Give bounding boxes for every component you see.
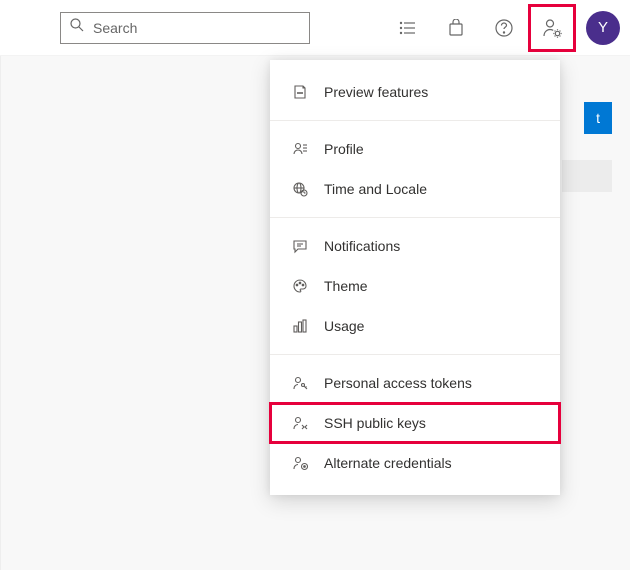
menu-item-usage[interactable]: Usage [270, 306, 560, 346]
menu-item-theme[interactable]: Theme [270, 266, 560, 306]
profile-icon [290, 139, 310, 159]
user-settings-menu: Preview features Profile Time and Locale… [270, 60, 560, 495]
preview-icon [290, 82, 310, 102]
menu-item-alt-credentials[interactable]: Alternate credentials [270, 443, 560, 483]
person-ssh-icon [290, 413, 310, 433]
menu-label: Alternate credentials [324, 455, 452, 471]
menu-divider [270, 354, 560, 355]
search-box[interactable] [60, 12, 310, 44]
menu-divider [270, 120, 560, 121]
menu-item-profile[interactable]: Profile [270, 129, 560, 169]
search-input[interactable] [93, 20, 301, 36]
user-settings-icon[interactable] [528, 4, 576, 52]
menu-label: Usage [324, 318, 364, 334]
search-icon [69, 17, 85, 38]
chat-icon [290, 236, 310, 256]
primary-action-button[interactable]: t [584, 102, 612, 134]
marketplace-icon[interactable] [432, 4, 480, 52]
menu-divider [270, 217, 560, 218]
person-key-icon [290, 373, 310, 393]
menu-label: Time and Locale [324, 181, 427, 197]
globe-icon [290, 179, 310, 199]
toolbar-fragment [562, 160, 612, 192]
menu-item-ssh-keys[interactable]: SSH public keys [270, 403, 560, 443]
avatar-initial: Y [598, 19, 608, 36]
list-icon[interactable] [384, 4, 432, 52]
help-icon[interactable] [480, 4, 528, 52]
avatar[interactable]: Y [586, 11, 620, 45]
topbar-icons: Y [384, 4, 620, 52]
menu-label: SSH public keys [324, 415, 426, 431]
menu-label: Profile [324, 141, 364, 157]
palette-icon [290, 276, 310, 296]
menu-item-time-locale[interactable]: Time and Locale [270, 169, 560, 209]
top-bar: Y [0, 0, 630, 56]
menu-label: Theme [324, 278, 368, 294]
menu-item-preview-features[interactable]: Preview features [270, 72, 560, 112]
bar-chart-icon [290, 316, 310, 336]
menu-label: Personal access tokens [324, 375, 472, 391]
person-alt-icon [290, 453, 310, 473]
menu-label: Notifications [324, 238, 400, 254]
menu-item-pat[interactable]: Personal access tokens [270, 363, 560, 403]
menu-label: Preview features [324, 84, 428, 100]
menu-item-notifications[interactable]: Notifications [270, 226, 560, 266]
